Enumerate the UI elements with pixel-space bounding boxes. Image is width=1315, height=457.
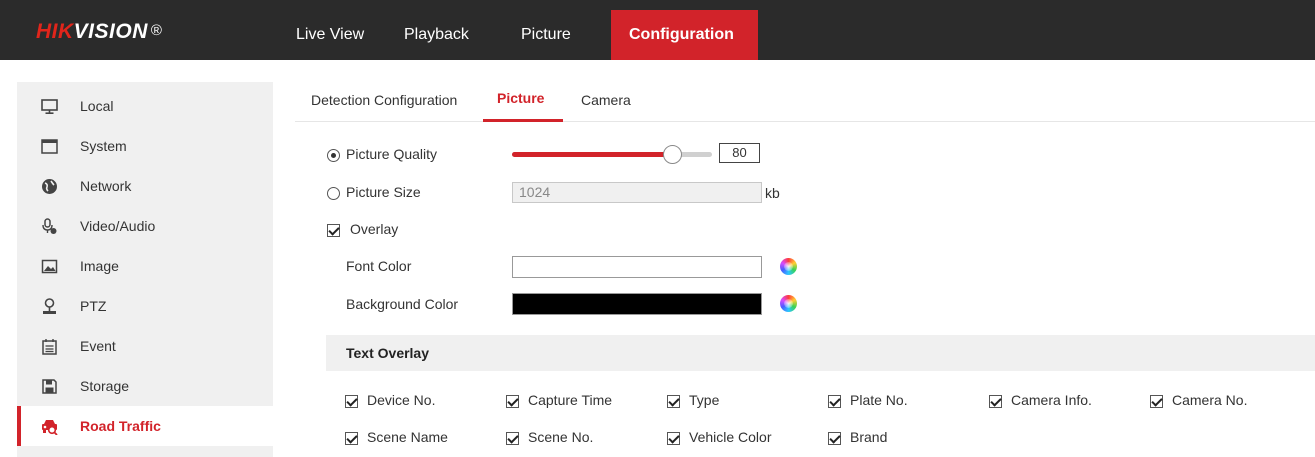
- picture-quality-value[interactable]: 80: [719, 143, 760, 163]
- sidebar-item-video-audio[interactable]: Video/Audio: [17, 206, 273, 246]
- capture-time-label: Capture Time: [528, 392, 613, 408]
- picture-quality-radio[interactable]: [327, 149, 340, 162]
- slider-thumb[interactable]: [663, 145, 682, 164]
- camera-no-checkbox[interactable]: [1150, 395, 1163, 408]
- sidebar-item-label: Storage: [80, 378, 130, 394]
- road-traffic-icon: [42, 420, 58, 435]
- scene-no-label: Scene No.: [528, 429, 594, 445]
- image-icon: [41, 259, 58, 274]
- font-color-picker-icon[interactable]: [780, 258, 797, 275]
- hikvision-logo: HIKVISION ®: [36, 20, 162, 44]
- scene-name-checkbox[interactable]: [345, 432, 358, 445]
- sidebar-item-event[interactable]: Event: [17, 326, 273, 366]
- sub-tabs: Detection Configuration Picture Camera: [295, 82, 1315, 122]
- font-color-field[interactable]: [512, 256, 762, 278]
- capture-time-checkbox[interactable]: [506, 395, 519, 408]
- sidebar-item-label: Local: [80, 98, 114, 114]
- picture-size-radio[interactable]: [327, 187, 340, 200]
- nav-playback[interactable]: Playback: [394, 10, 508, 60]
- sidebar-item-image[interactable]: Image: [17, 246, 273, 286]
- sidebar-item-road-traffic[interactable]: Road Traffic: [17, 406, 273, 446]
- sidebar-item-label: Video/Audio: [80, 218, 156, 234]
- logo-hik: HIK: [36, 20, 74, 43]
- logo-vision: VISION: [73, 20, 148, 43]
- sidebar-item-network[interactable]: Network: [17, 166, 273, 206]
- logo-registered-mark: ®: [150, 22, 163, 39]
- camera-no-label: Camera No.: [1172, 392, 1248, 408]
- sidebar-item-label: PTZ: [80, 298, 107, 314]
- plate-no-checkbox[interactable]: [828, 395, 841, 408]
- overlay-checkbox[interactable]: [327, 224, 340, 237]
- sidebar-item-label: Image: [80, 258, 119, 274]
- nav-picture[interactable]: Picture: [508, 10, 611, 60]
- device-no-label: Device No.: [367, 392, 436, 408]
- slider-fill: [512, 152, 672, 157]
- picture-size-input[interactable]: 1024: [512, 182, 762, 203]
- globe-icon: [42, 179, 57, 194]
- sidebar-item-system[interactable]: System: [17, 126, 273, 166]
- background-color-label: Background Color: [346, 296, 459, 312]
- overlay-label: Overlay: [350, 221, 399, 237]
- storage-icon: [42, 379, 57, 394]
- vehicle-color-label: Vehicle Color: [689, 429, 772, 445]
- picture-size-label: Picture Size: [346, 184, 421, 200]
- background-color-field[interactable]: [512, 293, 762, 315]
- top-bar: HIKVISION ® Live View Playback Picture Co…: [0, 0, 1315, 60]
- monitor-icon: [41, 99, 58, 114]
- sidebar-item-ptz[interactable]: PTZ: [17, 286, 273, 326]
- camera-info-label: Camera Info.: [1011, 392, 1092, 408]
- picture-quality-slider[interactable]: [512, 145, 712, 164]
- camera-info-checkbox[interactable]: [989, 395, 1002, 408]
- sidebar-item-label: Road Traffic: [80, 418, 161, 434]
- ptz-icon: [43, 298, 56, 314]
- nav-configuration[interactable]: Configuration: [611, 10, 758, 60]
- main-nav: Live View Playback Picture Configuration: [280, 10, 758, 60]
- picture-quality-label: Picture Quality: [346, 146, 438, 162]
- active-tab-indicator: [483, 119, 563, 122]
- vehicle-color-checkbox[interactable]: [667, 432, 680, 445]
- sidebar-item-label: Network: [80, 178, 132, 194]
- nav-live-view[interactable]: Live View: [280, 10, 394, 60]
- scene-name-label: Scene Name: [367, 429, 448, 445]
- picture-size-unit: kb: [765, 185, 780, 201]
- calendar-icon: [42, 339, 57, 355]
- type-checkbox[interactable]: [667, 395, 680, 408]
- sidebar-item-storage[interactable]: Storage: [17, 366, 273, 406]
- sidebar-item-local[interactable]: Local: [17, 86, 273, 126]
- sidebar: Local System Network Video/Audio Image P…: [17, 82, 273, 457]
- background-color-picker-icon[interactable]: [780, 295, 797, 312]
- tab-detection-configuration[interactable]: Detection Configuration: [311, 92, 457, 108]
- window-icon: [41, 139, 58, 154]
- plate-no-label: Plate No.: [850, 392, 908, 408]
- sidebar-item-label: Event: [80, 338, 116, 354]
- brand-checkbox[interactable]: [828, 432, 841, 445]
- text-overlay-header: Text Overlay: [326, 335, 1315, 371]
- tab-camera[interactable]: Camera: [581, 92, 631, 108]
- font-color-label: Font Color: [346, 258, 412, 274]
- tab-picture[interactable]: Picture: [497, 90, 544, 106]
- device-no-checkbox[interactable]: [345, 395, 358, 408]
- microphone-icon: [42, 218, 57, 234]
- text-overlay-title: Text Overlay: [346, 345, 430, 361]
- type-label: Type: [689, 392, 720, 408]
- sidebar-item-label: System: [80, 138, 127, 154]
- brand-label: Brand: [850, 429, 888, 445]
- scene-no-checkbox[interactable]: [506, 432, 519, 445]
